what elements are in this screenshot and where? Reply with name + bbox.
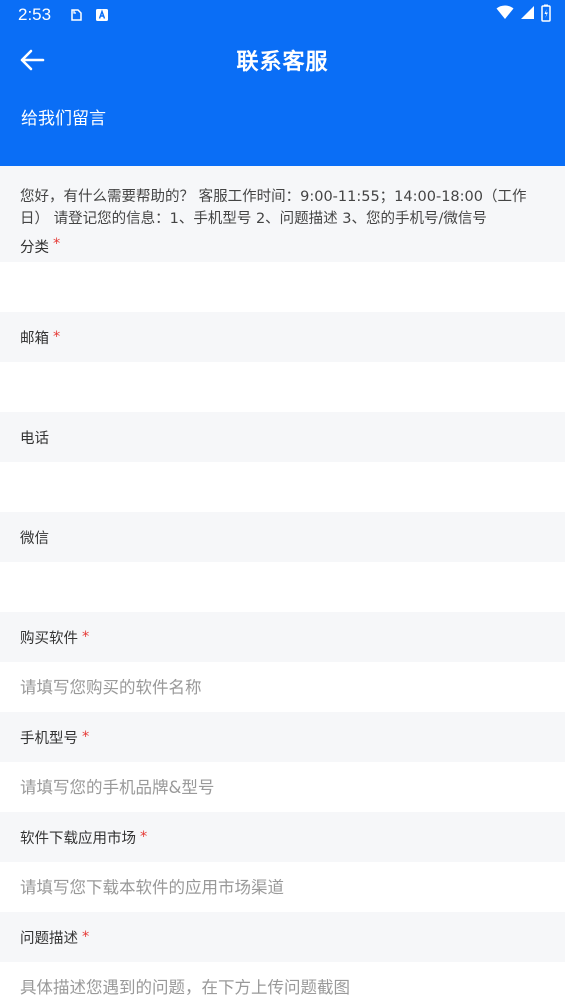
required-mark: * <box>82 729 90 745</box>
wechat-input[interactable] <box>0 562 565 612</box>
field-label: 软件下载应用市场 * <box>0 812 565 862</box>
page-subtitle: 给我们留言 <box>21 109 106 129</box>
wifi-icon <box>496 5 514 25</box>
field-email: 邮箱 * <box>0 312 565 412</box>
category-input[interactable] <box>0 262 565 312</box>
field-description: 问题描述 * <box>0 912 565 1004</box>
field-category: 分类 * <box>0 230 565 312</box>
notification-icon <box>69 8 83 22</box>
field-phone-model: 手机型号 * <box>0 712 565 812</box>
app-market-input[interactable] <box>0 862 565 912</box>
field-label: 手机型号 * <box>0 712 565 762</box>
field-software: 购买软件 * <box>0 612 565 712</box>
required-mark: * <box>53 236 61 252</box>
field-label: 电话 <box>0 412 565 462</box>
field-label: 微信 <box>0 512 565 562</box>
field-label: 分类 * <box>0 230 565 262</box>
field-app-market: 软件下载应用市场 * <box>0 812 565 912</box>
field-label: 邮箱 * <box>0 312 565 362</box>
battery-icon <box>541 4 551 27</box>
header: 2:53 联系客服 给我们留言 <box>0 0 565 166</box>
field-phone: 电话 <box>0 412 565 512</box>
field-label: 问题描述 * <box>0 912 565 962</box>
service-notice: 您好，有什么需要帮助的？ 客服工作时间：9:00-11:55；14:00-18:… <box>0 166 565 230</box>
contact-form: 分类* 邮箱* 电话 微信 购买软件* 手机型号* 软件下载应用 <box>0 230 565 1004</box>
field-wechat: 微信 <box>0 512 565 612</box>
description-input[interactable] <box>0 962 565 1004</box>
email-input[interactable] <box>0 362 565 412</box>
keyboard-a-icon <box>95 8 109 22</box>
software-input[interactable] <box>0 662 565 712</box>
required-mark: * <box>140 829 148 845</box>
phone-model-input[interactable] <box>0 762 565 812</box>
required-mark: * <box>53 329 61 345</box>
field-label: 购买软件 * <box>0 612 565 662</box>
phone-input[interactable] <box>0 462 565 512</box>
status-time: 2:53 <box>18 5 52 24</box>
required-mark: * <box>82 929 90 945</box>
signal-icon <box>520 5 535 25</box>
required-mark: * <box>82 629 90 645</box>
page-title: 联系客服 <box>236 50 329 75</box>
status-bar: 2:53 <box>0 0 565 30</box>
app-bar: 联系客服 <box>0 30 565 90</box>
